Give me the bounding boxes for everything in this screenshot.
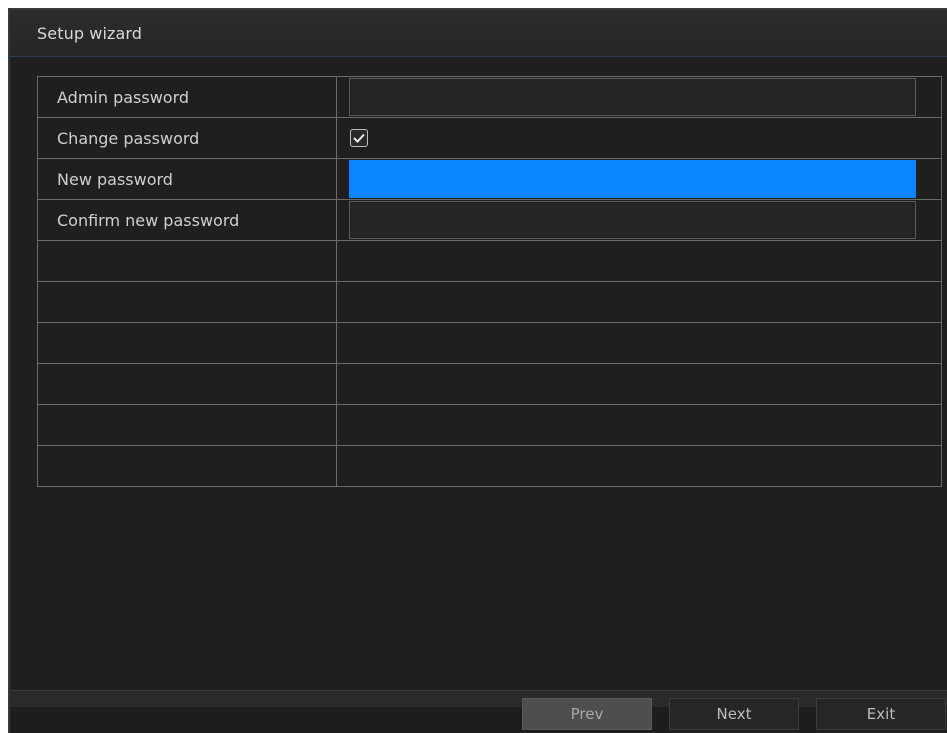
next-button[interactable]: Next — [669, 698, 799, 730]
window-title: Setup wizard — [37, 24, 143, 43]
new-password-label: New password — [37, 158, 337, 200]
change-password-checkbox[interactable] — [350, 129, 368, 147]
empty-row — [37, 445, 942, 487]
new-password-field[interactable] — [349, 160, 916, 198]
settings-table: Admin password Change password New passw… — [37, 76, 942, 487]
footer-strip — [10, 691, 947, 707]
admin-password-field[interactable] — [349, 78, 916, 116]
confirm-password-label: Confirm new password — [37, 199, 337, 241]
exit-button[interactable]: Exit — [816, 698, 946, 730]
empty-row — [37, 404, 942, 446]
table-row: Confirm new password — [37, 199, 942, 241]
confirm-password-field[interactable] — [349, 201, 916, 239]
table-row: Admin password — [37, 76, 942, 118]
empty-row — [37, 322, 942, 364]
empty-row — [37, 240, 942, 282]
setup-wizard-window: Setup wizard Admin password Change passw… — [8, 8, 947, 733]
prev-button[interactable]: Prev — [522, 698, 652, 730]
checkmark-icon — [353, 133, 365, 143]
admin-password-label: Admin password — [37, 76, 337, 118]
button-bar: Prev Next Exit — [10, 690, 947, 733]
change-password-label: Change password — [37, 117, 337, 159]
empty-row — [37, 281, 942, 323]
empty-row — [37, 363, 942, 405]
title-bar: Setup wizard — [10, 10, 947, 57]
table-row: Change password — [37, 117, 942, 159]
table-row: New password — [37, 158, 942, 200]
